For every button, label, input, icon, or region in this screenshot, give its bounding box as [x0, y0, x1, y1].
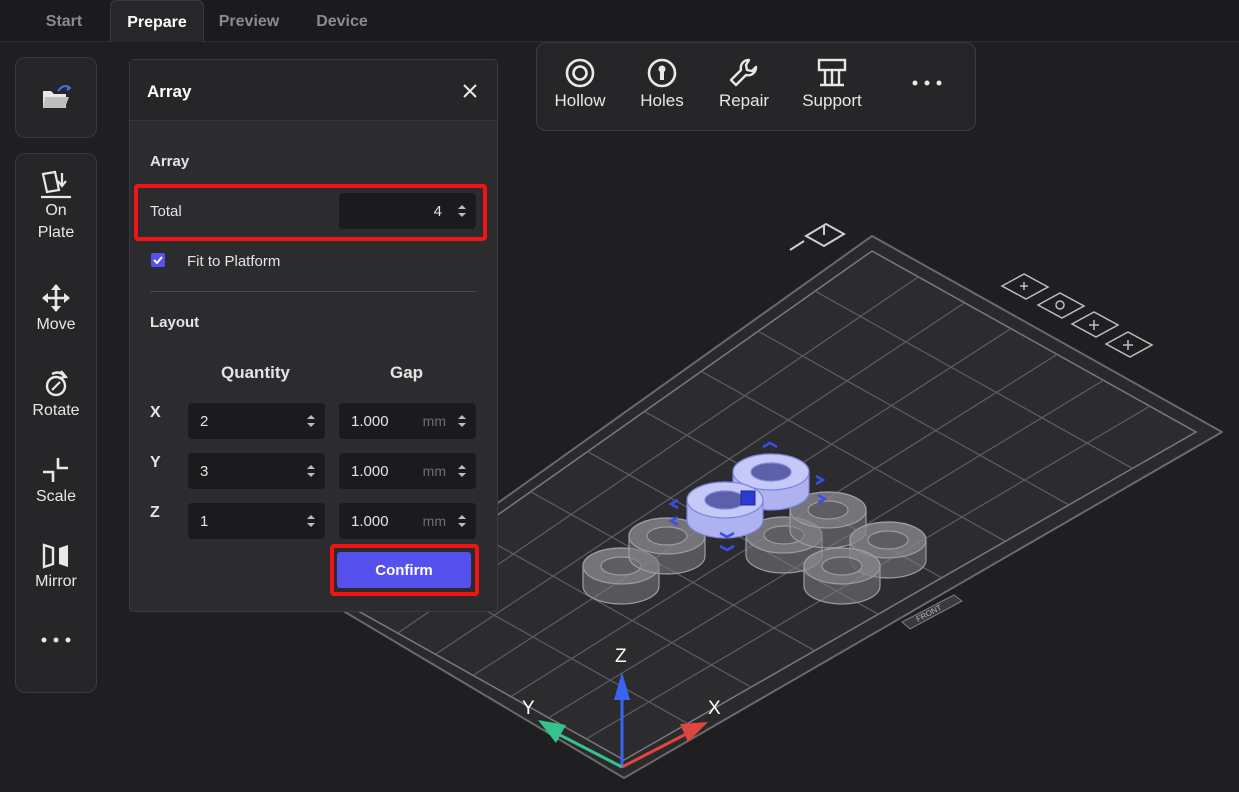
checkmark-icon	[153, 256, 163, 265]
tab-prepare[interactable]: Prepare	[110, 0, 204, 42]
axis-x-label: X	[708, 698, 721, 719]
axis-y-row-label: Y	[150, 454, 161, 471]
rotate-button[interactable]: Rotate	[16, 368, 96, 422]
gap-y-stepper[interactable]: 1.000 mm	[339, 453, 476, 489]
dialog-title: Array	[147, 82, 192, 101]
gap-z-stepper[interactable]: 1.000 mm	[339, 503, 476, 539]
hollow-icon	[565, 58, 595, 88]
gap-header: Gap	[390, 363, 424, 382]
move-button[interactable]: Move	[16, 282, 96, 336]
highlight-confirm	[330, 544, 479, 596]
axis-z-label: Z	[615, 646, 627, 667]
plate-corner-icon	[789, 222, 846, 251]
gap-z-value: 1.000	[351, 513, 389, 530]
on-plate-label-line2: Plate	[37, 224, 75, 241]
move-icon	[42, 284, 70, 312]
more-horizontal-icon	[41, 637, 71, 643]
move-label: Move	[36, 316, 76, 333]
on-plate-icon	[41, 170, 71, 199]
toolbar-more-button[interactable]	[905, 79, 949, 89]
repair-button[interactable]: Repair	[712, 57, 776, 111]
gap-x-stepper[interactable]: 1.000 mm	[339, 403, 476, 439]
ghost-ring	[803, 547, 881, 605]
tab-device[interactable]: Device	[300, 0, 384, 41]
left-tool-panel: On Plate Move Rotate Scale Mirror	[15, 153, 97, 693]
gap-z-unit: mm	[422, 513, 446, 529]
wrench-icon	[729, 58, 758, 87]
holes-button[interactable]: Holes	[630, 57, 694, 111]
scale-label: Scale	[35, 488, 77, 505]
open-file-panel	[15, 57, 97, 138]
scale-icon	[43, 458, 68, 482]
hollow-label: Hollow	[554, 91, 606, 110]
support-button[interactable]: Support	[795, 57, 869, 111]
gap-x-value: 1.000	[351, 413, 389, 430]
quantity-y-stepper[interactable]: 3	[188, 453, 325, 489]
quantity-x-stepper[interactable]: 2	[188, 403, 325, 439]
tab-start[interactable]: Start	[26, 0, 102, 41]
sidebar-more-button[interactable]	[16, 636, 96, 666]
model-tools-toolbar: Hollow Holes Repair Support	[536, 42, 976, 131]
rotate-label: Rotate	[32, 402, 80, 419]
tab-preview[interactable]: Preview	[208, 0, 290, 41]
quantity-x-value: 2	[200, 413, 209, 430]
dialog-header: Array	[130, 60, 497, 121]
gizmo-handle	[740, 490, 756, 506]
highlight-total	[134, 184, 487, 241]
top-tab-bar: Start Prepare Preview Device	[0, 0, 1239, 42]
divider	[150, 291, 477, 292]
open-folder-button[interactable]	[16, 58, 96, 137]
stepper-arrows-icon[interactable]	[457, 464, 467, 478]
fit-to-platform-label[interactable]: Fit to Platform	[187, 253, 280, 270]
quantity-z-value: 1	[200, 513, 209, 530]
mirror-button[interactable]: Mirror	[16, 541, 96, 593]
axis-x-row-label: X	[150, 404, 161, 421]
section-array-title: Array	[150, 153, 190, 170]
more-horizontal-icon	[912, 80, 942, 86]
fit-to-platform-checkbox[interactable]	[151, 253, 165, 267]
on-plate-label-line1: On	[45, 202, 67, 219]
rotate-icon	[45, 370, 69, 397]
mirror-label: Mirror	[35, 573, 77, 590]
gap-y-unit: mm	[422, 463, 446, 479]
hollow-button[interactable]: Hollow	[547, 57, 613, 111]
gap-x-unit: mm	[422, 413, 446, 429]
stepper-arrows-icon[interactable]	[457, 514, 467, 528]
support-label: Support	[802, 91, 862, 110]
scale-button[interactable]: Scale	[16, 454, 96, 508]
support-icon	[817, 58, 847, 87]
gap-y-value: 1.000	[351, 463, 389, 480]
quantity-header: Quantity	[221, 363, 290, 382]
holes-icon	[647, 58, 677, 88]
selected-ring	[686, 481, 764, 539]
repair-label: Repair	[718, 91, 770, 110]
mirror-icon	[42, 543, 68, 569]
stepper-arrows-icon[interactable]	[457, 414, 467, 428]
holes-label: Holes	[640, 91, 684, 110]
axis-z-row-label: Z	[150, 504, 160, 521]
array-dialog: Array Array Total 4 Fit to Platform Layo…	[129, 59, 498, 612]
close-icon[interactable]	[463, 84, 477, 98]
stepper-arrows-icon[interactable]	[306, 414, 316, 428]
axis-y-label: Y	[522, 698, 535, 719]
stepper-arrows-icon[interactable]	[306, 514, 316, 528]
section-layout-title: Layout	[150, 314, 200, 331]
quantity-y-value: 3	[200, 463, 209, 480]
stepper-arrows-icon[interactable]	[306, 464, 316, 478]
open-folder-icon	[43, 85, 71, 108]
quantity-z-stepper[interactable]: 1	[188, 503, 325, 539]
on-plate-button[interactable]: On Plate	[16, 170, 96, 244]
